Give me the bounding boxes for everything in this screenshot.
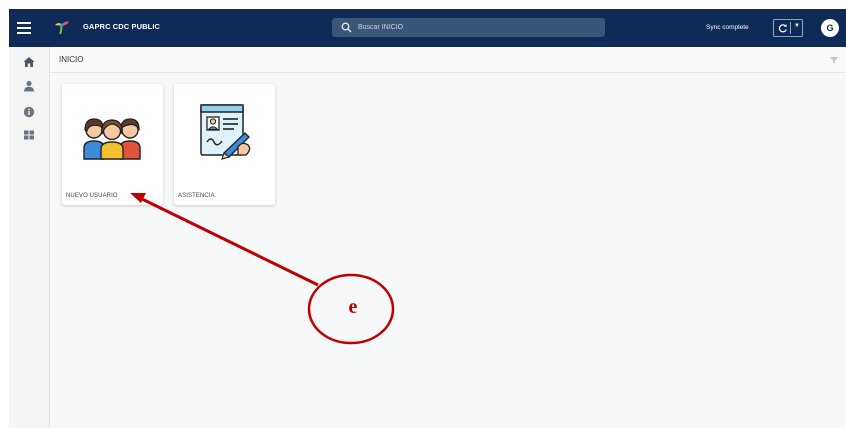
app-title: GAPRC CDC PUBLIC [83,22,161,31]
divider [790,22,791,34]
main-content: INICIO NUEVO USUARIO ASISTENCIA [50,47,846,428]
refresh-icon[interactable] [778,23,788,33]
top-bar: GAPRC CDC PUBLIC Sync complete ▼ G [9,9,846,47]
attendance-form-icon [200,104,251,160]
user-icon[interactable] [23,80,35,92]
tile-nuevo-usuario[interactable]: NUEVO USUARIO [62,84,163,205]
tile-asistencia[interactable]: ASISTENCIA [174,84,275,205]
tile-label: NUEVO USUARIO [66,193,118,199]
app-logo-icon [55,21,69,35]
search-icon [341,22,352,33]
tile-label: ASISTENCIA [178,193,215,199]
filter-icon[interactable] [830,57,838,63]
info-icon[interactable] [23,106,35,118]
search-input[interactable] [358,20,598,35]
avatar[interactable]: G [821,19,839,37]
users-group-icon [83,118,141,160]
annotation-label: e [348,296,358,318]
breadcrumb: INICIO [50,47,846,73]
grid-icon[interactable] [23,129,35,141]
page-title: INICIO [59,55,84,64]
sync-button-group: ▼ [773,19,803,37]
sync-status: Sync complete [706,24,749,31]
chevron-down-icon[interactable]: ▼ [794,23,800,29]
sidebar [9,47,50,428]
home-icon[interactable] [23,56,35,68]
search-bar[interactable] [332,18,605,37]
app-window: GAPRC CDC PUBLIC Sync complete ▼ G [9,9,846,428]
menu-icon[interactable] [17,20,31,36]
